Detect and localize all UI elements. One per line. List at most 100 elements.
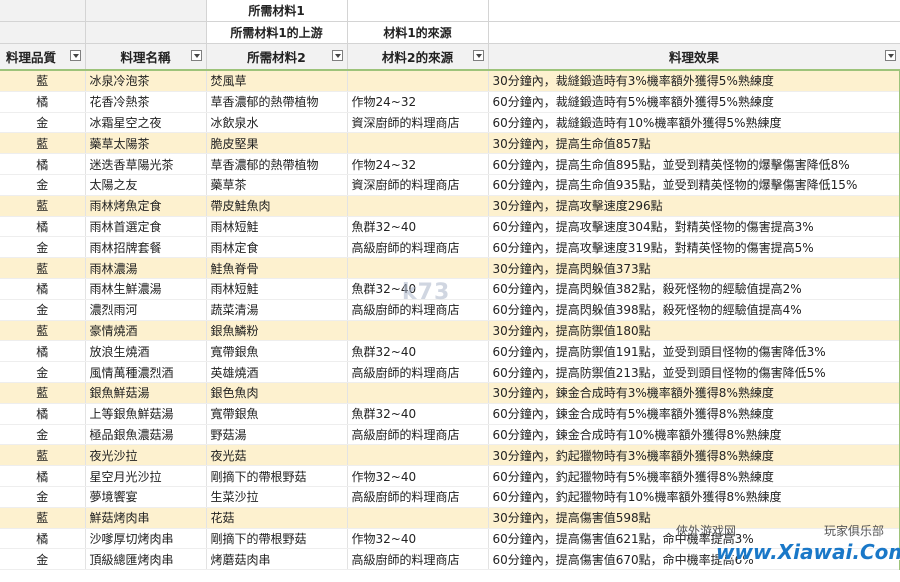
cell-name[interactable]: 頂級總匯烤肉串 [85, 548, 207, 571]
cell-material2-source[interactable]: 魚群32~40 [347, 216, 489, 238]
cell-material2-source[interactable] [347, 70, 489, 92]
cell-quality[interactable]: 金 [0, 424, 86, 446]
cell-material2-source[interactable]: 高級廚師的料理商店 [347, 361, 489, 383]
cell-effect[interactable]: 60分鐘內，裁縫鍛造時有10%機率額外獲得5%熟練度 [488, 112, 900, 134]
cell-name[interactable]: 銀魚鮮菇湯 [85, 382, 207, 404]
cell-material2-source[interactable]: 作物24~32 [347, 153, 489, 175]
cell-effect[interactable]: 60分鐘內，釣起獵物時有5%機率額外獲得8%熟練度 [488, 465, 900, 487]
cell-material2-source[interactable]: 作物32~40 [347, 528, 489, 550]
cell-material2[interactable]: 雨林短鮭 [206, 278, 348, 300]
cell-name[interactable]: 風情萬種濃烈酒 [85, 361, 207, 383]
cell-material2[interactable]: 剛摘下的帶根野菇 [206, 528, 348, 550]
cell-quality[interactable]: 藍 [0, 382, 86, 404]
cell-effect[interactable]: 60分鐘內，釣起獵物時有10%機率額外獲得8%熟練度 [488, 486, 900, 508]
cell-name[interactable]: 迷迭香草陽光茶 [85, 153, 207, 175]
cell-name[interactable]: 冰泉冷泡茶 [85, 70, 207, 92]
cell-quality[interactable]: 藍 [0, 195, 86, 217]
cell-name[interactable]: 花香冷熱茶 [85, 91, 207, 113]
cell-quality[interactable]: 橘 [0, 91, 86, 113]
cell-material2[interactable]: 英雄燒酒 [206, 361, 348, 383]
cell-effect[interactable]: 60分鐘內，鍊金合成時有10%機率額外獲得8%熟練度 [488, 424, 900, 446]
cell-material2[interactable]: 鮭魚脊骨 [206, 257, 348, 279]
cell-quality[interactable]: 橘 [0, 465, 86, 487]
cell-material2-source[interactable] [347, 195, 489, 217]
cell-quality[interactable]: 藍 [0, 257, 86, 279]
cell-material2[interactable]: 焚風草 [206, 70, 348, 92]
cell-effect[interactable]: 30分鐘內，提高閃躲值373點 [488, 257, 900, 279]
cell-name[interactable]: 夜光沙拉 [85, 444, 207, 467]
cell-material2-source[interactable]: 資深廚師的料理商店 [347, 174, 489, 196]
cell-material2[interactable]: 生菜沙拉 [206, 486, 348, 508]
cell-material2[interactable]: 野菇湯 [206, 424, 348, 446]
cell-effect[interactable]: 60分鐘內，提高攻擊速度319點，對精英怪物的傷害提高5% [488, 236, 900, 259]
filter-dropdown-icon[interactable] [331, 50, 343, 61]
cell-effect[interactable]: 60分鐘內，提高閃躲值398點，殺死怪物的經驗值提高4% [488, 299, 900, 321]
cell-quality[interactable]: 藍 [0, 70, 86, 92]
cell-material2-source[interactable]: 高級廚師的料理商店 [347, 486, 489, 508]
cell-material2-source[interactable]: 資深廚師的料理商店 [347, 112, 489, 134]
cell-quality[interactable]: 橘 [0, 528, 86, 550]
cell-name[interactable]: 放浪生燒酒 [85, 340, 207, 363]
cell-effect[interactable]: 30分鐘內，提高生命值857點 [488, 132, 900, 155]
cell-effect[interactable]: 30分鐘內，裁縫鍛造時有3%機率額外獲得5%熟練度 [488, 70, 900, 92]
filter-dropdown-icon[interactable] [472, 50, 484, 61]
cell-name[interactable]: 沙嗲厚切烤肉串 [85, 528, 207, 550]
cell-material2-source[interactable] [347, 507, 489, 529]
cell-effect[interactable]: 60分鐘內，提高防禦值213點，並受到頭目怪物的傷害降低5% [488, 361, 900, 383]
cell-material2[interactable]: 寬帶銀魚 [206, 340, 348, 363]
cell-name[interactable]: 星空月光沙拉 [85, 465, 207, 487]
cell-material2[interactable]: 草香濃郁的熱帶植物 [206, 153, 348, 175]
cell-name[interactable]: 濃烈雨河 [85, 299, 207, 321]
cell-quality[interactable]: 橘 [0, 153, 86, 175]
cell-name[interactable]: 太陽之友 [85, 174, 207, 196]
cell-material2-source[interactable]: 高級廚師的料理商店 [347, 424, 489, 446]
cell-quality[interactable]: 金 [0, 299, 86, 321]
cell-material2-source[interactable]: 作物24~32 [347, 91, 489, 113]
cell-material2[interactable]: 銀魚鱗粉 [206, 320, 348, 342]
cell-effect[interactable]: 60分鐘內，提高閃躲值382點，殺死怪物的經驗值提高2% [488, 278, 900, 300]
cell-name[interactable]: 藥草太陽茶 [85, 132, 207, 155]
cell-quality[interactable]: 藍 [0, 320, 86, 342]
cell-name[interactable]: 雨林首選定食 [85, 216, 207, 238]
cell-effect[interactable]: 30分鐘內，提高防禦值180點 [488, 320, 900, 342]
cell-material2[interactable]: 雨林定食 [206, 236, 348, 259]
cell-name[interactable]: 夢境饗宴 [85, 486, 207, 508]
cell-material2-source[interactable] [347, 444, 489, 467]
cell-material2[interactable]: 草香濃郁的熱帶植物 [206, 91, 348, 113]
cell-quality[interactable]: 藍 [0, 507, 86, 529]
cell-material2-source[interactable] [347, 257, 489, 279]
cell-material2[interactable]: 花菇 [206, 507, 348, 529]
cell-material2[interactable]: 雨林短鮭 [206, 216, 348, 238]
cell-material2[interactable]: 脆皮堅果 [206, 132, 348, 155]
cell-material2-source[interactable] [347, 382, 489, 404]
cell-material2[interactable]: 冰飲泉水 [206, 112, 348, 134]
cell-material2-source[interactable]: 魚群32~40 [347, 340, 489, 363]
cell-material2-source[interactable] [347, 320, 489, 342]
cell-quality[interactable]: 金 [0, 548, 86, 571]
cell-effect[interactable]: 60分鐘內，提高防禦值191點，並受到頭目怪物的傷害降低3% [488, 340, 900, 363]
cell-name[interactable]: 雨林烤魚定食 [85, 195, 207, 217]
cell-quality[interactable]: 橘 [0, 278, 86, 300]
cell-effect[interactable]: 30分鐘內，提高攻擊速度296點 [488, 195, 900, 217]
cell-quality[interactable]: 橘 [0, 216, 86, 238]
cell-effect[interactable]: 60分鐘內，提高生命值895點，並受到精英怪物的爆擊傷害降低8% [488, 153, 900, 175]
cell-quality[interactable]: 金 [0, 486, 86, 508]
cell-name[interactable]: 雨林濃湯 [85, 257, 207, 279]
cell-effect[interactable]: 60分鐘內，提高生命值935點，並受到精英怪物的爆擊傷害降低15% [488, 174, 900, 196]
filter-dropdown-icon[interactable] [69, 50, 81, 61]
cell-quality[interactable]: 藍 [0, 132, 86, 155]
cell-effect[interactable]: 30分鐘內，鍊金合成時有3%機率額外獲得8%熟練度 [488, 382, 900, 404]
cell-effect[interactable]: 60分鐘內，裁縫鍛造時有5%機率額外獲得5%熟練度 [488, 91, 900, 113]
cell-quality[interactable]: 金 [0, 112, 86, 134]
filter-dropdown-icon[interactable] [884, 50, 896, 61]
cell-material2-source[interactable]: 高級廚師的料理商店 [347, 548, 489, 571]
cell-material2-source[interactable]: 高級廚師的料理商店 [347, 236, 489, 259]
cell-effect[interactable]: 60分鐘內，鍊金合成時有5%機率額外獲得8%熟練度 [488, 403, 900, 425]
cell-material2[interactable]: 帶皮鮭魚肉 [206, 195, 348, 217]
cell-name[interactable]: 冰霜星空之夜 [85, 112, 207, 134]
cell-material2-source[interactable]: 作物32~40 [347, 465, 489, 487]
cell-quality[interactable]: 藍 [0, 444, 86, 467]
cell-material2[interactable]: 藥草茶 [206, 174, 348, 196]
cell-material2[interactable]: 寬帶銀魚 [206, 403, 348, 425]
cell-effect[interactable]: 60分鐘內，提高攻擊速度304點，對精英怪物的傷害提高3% [488, 216, 900, 238]
